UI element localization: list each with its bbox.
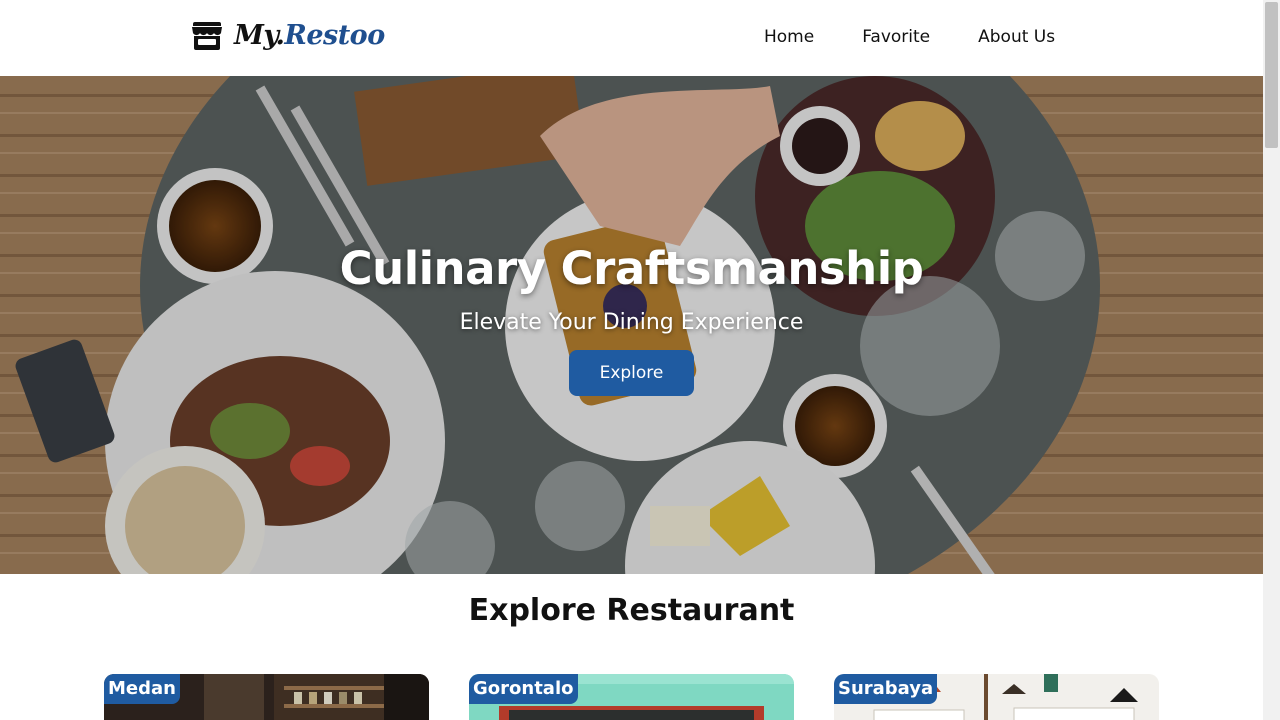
- nav-home[interactable]: Home: [740, 25, 838, 49]
- card-city-label: Surabaya: [834, 674, 938, 704]
- main-nav: Home Favorite About Us: [740, 25, 1079, 49]
- nav-about-us[interactable]: About Us: [954, 25, 1079, 49]
- scrollbar-thumb[interactable]: [1265, 2, 1278, 148]
- store-icon: [192, 22, 222, 50]
- restaurant-card-medan[interactable]: Medan: [104, 674, 429, 720]
- page-scrollbar[interactable]: [1263, 0, 1280, 720]
- card-city-label: Gorontalo: [469, 674, 578, 704]
- brand-name: My.Restoo: [234, 19, 385, 51]
- hero-subtitle: Elevate Your Dining Experience: [459, 310, 804, 335]
- card-city-label: Medan: [104, 674, 180, 704]
- site-header: My.Restoo Home Favorite About Us: [0, 0, 1263, 76]
- restaurant-card-gorontalo[interactable]: Gorontalo: [469, 674, 794, 720]
- explore-button[interactable]: Explore: [569, 350, 694, 396]
- hero-banner: Culinary Craftsmanship Elevate Your Dini…: [0, 76, 1263, 574]
- brand-logo[interactable]: My.Restoo: [190, 18, 385, 52]
- nav-favorite[interactable]: Favorite: [838, 25, 954, 49]
- restaurant-card-surabaya[interactable]: Surabaya: [834, 674, 1159, 720]
- hero-title: Culinary Craftsmanship: [339, 242, 924, 295]
- section-title: Explore Restaurant: [468, 593, 795, 628]
